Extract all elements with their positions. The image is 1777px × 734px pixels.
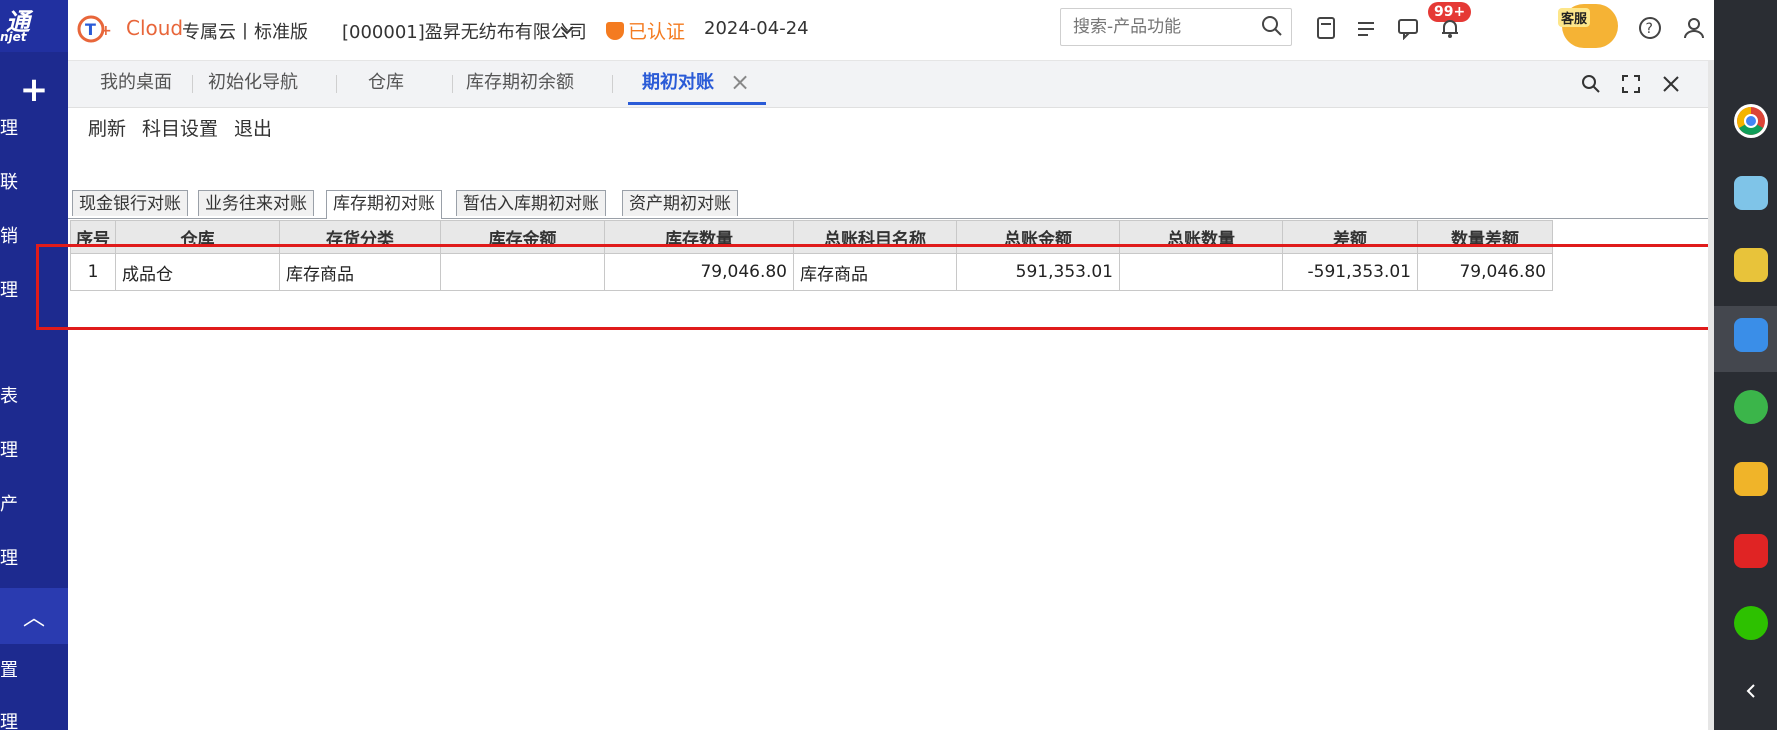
- action-toolbar: 刷新 科目设置 退出: [68, 106, 1714, 150]
- system-date: 2024-04-24: [704, 18, 809, 39]
- sidebar-item-2[interactable]: 联: [0, 168, 40, 194]
- message-icon[interactable]: [1394, 14, 1422, 42]
- ie-browser-icon[interactable]: [1734, 390, 1768, 424]
- file-app-icon[interactable]: [1734, 248, 1768, 282]
- desktop-taskbar: [1714, 0, 1777, 730]
- refresh-button[interactable]: 刷新: [88, 114, 126, 141]
- tab-init-guide[interactable]: 初始化导航: [208, 61, 298, 105]
- wechat-icon[interactable]: [1734, 606, 1768, 640]
- sidebar-item-7[interactable]: 产: [0, 490, 40, 516]
- logo-sub-text: njet: [0, 30, 27, 44]
- top-bar: T + Cloud 专属云丨标准版 [000001]盈昇无纺布有限公司 已认证 …: [68, 0, 1750, 68]
- cloud-app-icon[interactable]: [1734, 318, 1768, 352]
- subtab-provisional-receipt[interactable]: 暂估入库期初对账: [456, 190, 606, 216]
- chevron-down-icon[interactable]: [558, 21, 576, 39]
- account-settings-button[interactable]: 科目设置: [142, 114, 218, 141]
- close-tab-icon[interactable]: ×: [730, 68, 750, 96]
- help-icon[interactable]: ?: [1636, 14, 1664, 42]
- wps-icon[interactable]: [1734, 534, 1768, 568]
- svg-text:T: T: [85, 20, 96, 39]
- sidebar-item-5[interactable]: 表: [0, 382, 40, 408]
- subtab-inventory-opening[interactable]: 库存期初对账: [326, 190, 442, 219]
- app-logo[interactable]: 通 njet: [0, 0, 68, 52]
- tab-opening-reconciliation[interactable]: 期初对账: [642, 61, 714, 105]
- brand-name: Cloud: [126, 16, 184, 40]
- exit-button[interactable]: 退出: [234, 114, 272, 141]
- close-icon[interactable]: [1658, 71, 1684, 97]
- user-icon[interactable]: [1680, 14, 1708, 42]
- tplus-logo-icon: T +: [77, 15, 112, 43]
- search-box[interactable]: [1060, 8, 1292, 46]
- svg-text:?: ?: [1646, 21, 1653, 37]
- tab-separator: [612, 75, 613, 93]
- chevron-left-icon[interactable]: [1734, 674, 1768, 708]
- collapse-up-icon[interactable]: ︿: [0, 588, 68, 644]
- search-input[interactable]: [1061, 9, 1265, 45]
- active-tab-indicator: [628, 102, 766, 105]
- left-sidebar: 通 njet + 理 联 销 理 表 理 产 理 ︿ 置 理: [0, 0, 68, 733]
- tab-warehouse[interactable]: 仓库: [368, 61, 404, 105]
- notebook-app-icon[interactable]: [1734, 176, 1768, 210]
- sidebar-item-6[interactable]: 理: [0, 436, 40, 462]
- certified-badge: 已认证: [606, 17, 685, 44]
- tab-separator: [336, 75, 337, 93]
- subtab-business-dealings[interactable]: 业务往来对账: [198, 190, 314, 216]
- highlight-annotation-box: [36, 244, 1736, 330]
- customer-service-label[interactable]: 客服: [1558, 8, 1591, 27]
- sidebar-item-3[interactable]: 销: [0, 222, 40, 248]
- bell-icon[interactable]: [1436, 14, 1464, 42]
- sidebar-item-4[interactable]: 理: [0, 276, 40, 302]
- search-icon[interactable]: [1578, 71, 1604, 97]
- product-edition: 专属云丨标准版: [182, 22, 308, 43]
- tab-separator: [192, 75, 193, 93]
- shield-icon: [606, 22, 624, 40]
- sidebar-item-10[interactable]: 理: [0, 708, 40, 734]
- sidebar-item-1[interactable]: 理: [0, 114, 40, 140]
- tab-bar: 我的桌面 初始化导航 仓库 库存期初余额 期初对账 ×: [68, 60, 1714, 108]
- subtab-asset-opening[interactable]: 资产期初对账: [622, 190, 738, 216]
- sidebar-item-9[interactable]: 置: [0, 656, 40, 682]
- tab-my-desktop[interactable]: 我的桌面: [100, 61, 172, 105]
- fullscreen-icon[interactable]: [1618, 71, 1644, 97]
- reconciliation-subtabs: 现金银行对账 业务往来对账 库存期初对账 暂估入库期初对账 资产期初对账: [68, 188, 1714, 219]
- tab-separator: [452, 75, 453, 93]
- svg-text:+: +: [100, 23, 112, 39]
- add-button[interactable]: +: [0, 62, 68, 118]
- task-list-icon[interactable]: [1352, 14, 1380, 42]
- search-icon[interactable]: [1259, 13, 1285, 39]
- subtab-cash-bank[interactable]: 现金银行对账: [72, 190, 188, 216]
- calculator-icon[interactable]: [1312, 14, 1340, 42]
- folder-icon[interactable]: [1734, 462, 1768, 496]
- certified-label: 已认证: [628, 21, 686, 43]
- tab-opening-balance[interactable]: 库存期初余额: [466, 61, 574, 105]
- sidebar-item-8[interactable]: 理: [0, 544, 40, 570]
- chrome-icon[interactable]: [1734, 104, 1768, 138]
- company-selector[interactable]: [000001]盈昇无纺布有限公司: [342, 18, 587, 44]
